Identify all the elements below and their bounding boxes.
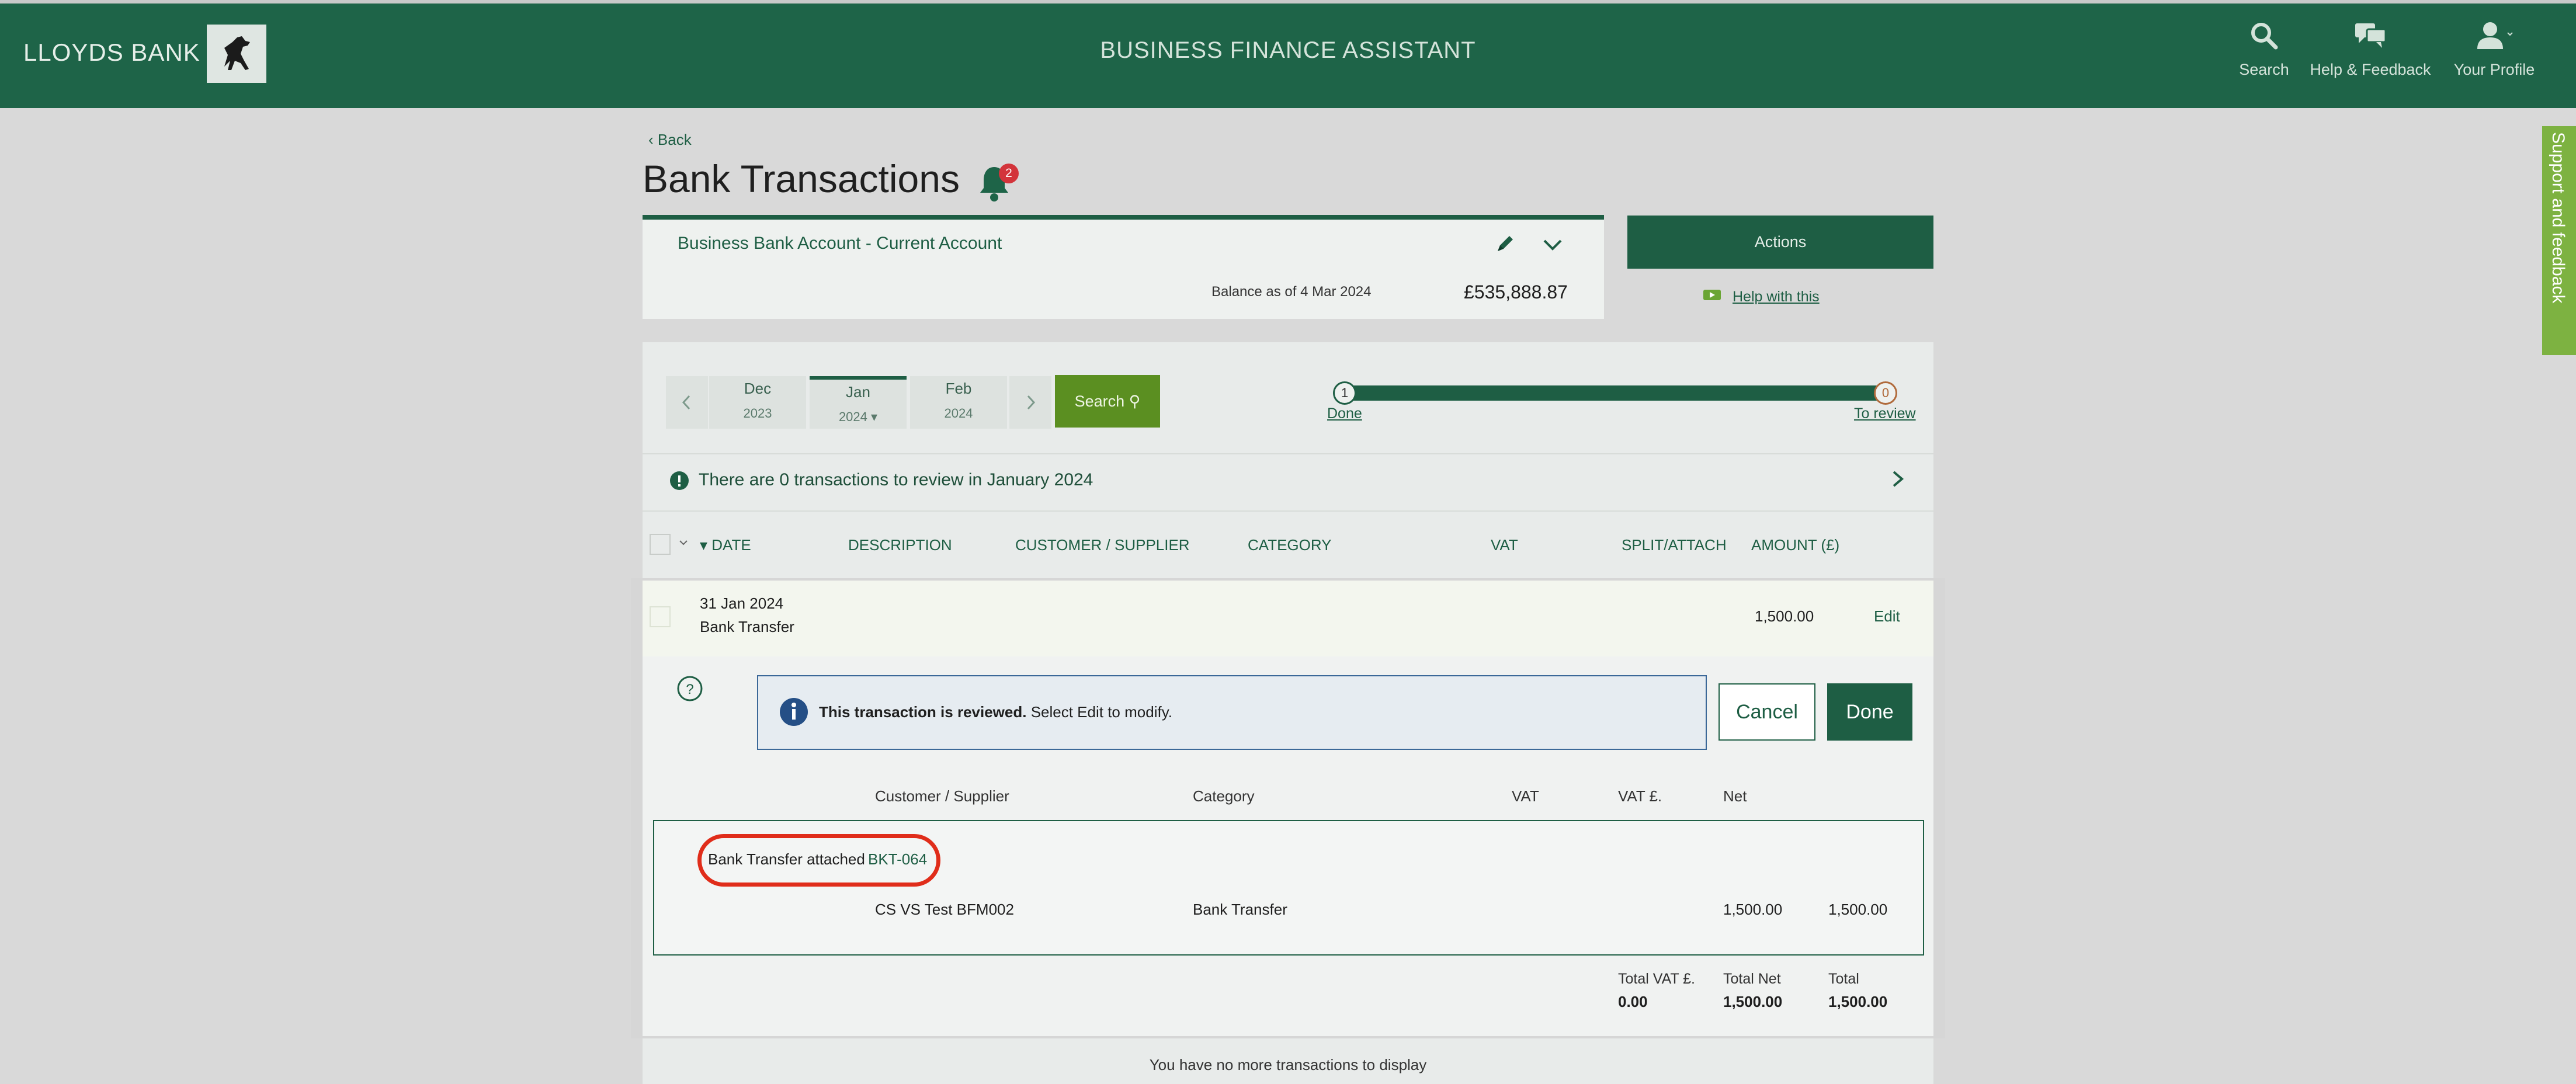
sort-date-column[interactable]: ▾ DATE (700, 536, 751, 554)
reviewed-bold-text: This transaction is reviewed. (819, 703, 1027, 721)
next-month-button[interactable] (1009, 376, 1051, 429)
description-column: DESCRIPTION (848, 536, 952, 554)
total-vat-value: 0.00 (1618, 993, 1648, 1010)
row-checkbox[interactable] (650, 606, 671, 627)
cancel-button[interactable]: Cancel (1719, 683, 1815, 741)
category-column: CATEGORY (1248, 536, 1332, 554)
detail-category-header: Category (1193, 787, 1255, 805)
done-button[interactable]: Done (1827, 683, 1912, 741)
edit-link[interactable]: Edit (1874, 607, 1900, 626)
page-title: Bank Transactions (643, 157, 960, 200)
month-label: Feb (945, 380, 972, 397)
search-icon (2251, 23, 2278, 50)
total-vat-label: Total VAT £. (1618, 971, 1696, 987)
search-icon: ⚲ (1129, 392, 1141, 410)
total-net-label: Total Net (1723, 971, 1781, 987)
chevron-right-icon[interactable] (1889, 467, 1907, 491)
split-customer: CS VS Test BFM002 (875, 901, 1014, 918)
month-feb[interactable]: Feb 2024 (910, 376, 1007, 429)
alert-icon (669, 471, 689, 491)
total-value: 1,500.00 (1828, 993, 1888, 1010)
attached-label: Bank Transfer attached (708, 850, 865, 868)
detail-vat-header: VAT (1512, 787, 1539, 805)
transaction-amount: 1,500.00 (1755, 607, 1814, 625)
reviewed-info-text: This transaction is reviewed. Select Edi… (819, 703, 1172, 721)
attached-reference-link[interactable]: BKT-064 (868, 850, 927, 868)
total-net-value: 1,500.00 (1723, 993, 1783, 1010)
split-category: Bank Transfer (1193, 901, 1287, 918)
select-dropdown-chevron-icon[interactable] (678, 537, 689, 549)
help-question-icon[interactable]: ? (676, 675, 703, 702)
header-profile-button[interactable]: Your Profile (2430, 21, 2558, 79)
reviewed-rest-text: Select Edit to modify. (1026, 703, 1172, 721)
transaction-description: Bank Transfer (700, 618, 794, 635)
header-search-label: Search (2239, 61, 2289, 78)
search-button-label: Search (1074, 392, 1125, 410)
month-search-button[interactable]: Search ⚲ (1055, 375, 1160, 428)
chevron-left-icon: ‹ (648, 131, 658, 148)
svg-text:?: ? (686, 682, 693, 697)
help-with-this-link[interactable]: Help with this (1733, 289, 1820, 305)
detail-vat-amount-header: VAT £. (1618, 787, 1662, 805)
chevron-right-icon (1027, 395, 1036, 410)
chevron-down-icon[interactable] (1542, 236, 1563, 253)
header-help-button[interactable]: Help & Feedback (2306, 21, 2435, 79)
sort-down-icon: ▾ (700, 536, 712, 554)
pencil-icon[interactable] (1494, 234, 1515, 255)
balance-amount: £535,888.87 (1464, 282, 1568, 303)
review-count-circle: 0 (1874, 381, 1897, 405)
actions-button[interactable]: Actions (1627, 216, 1933, 269)
info-icon (779, 697, 808, 727)
app-title: BUSINESS FINANCE ASSISTANT (1100, 37, 1476, 63)
video-icon (1703, 289, 1721, 301)
account-card (643, 215, 1604, 319)
horse-logo-icon[interactable] (207, 25, 266, 83)
transaction-row[interactable] (643, 581, 1933, 656)
support-feedback-label: Support and feedback (2549, 132, 2568, 304)
detail-customer-header: Customer / Supplier (875, 787, 1009, 805)
balance-label: Balance as of 4 Mar 2024 (1211, 284, 1372, 300)
prev-month-button[interactable] (666, 376, 708, 429)
done-count-circle: 1 (1333, 381, 1356, 405)
customer-column: CUSTOMER / SUPPLIER (1015, 536, 1190, 554)
transaction-date: 31 Jan 2024 (700, 595, 784, 612)
month-dec[interactable]: Dec 2023 (709, 376, 806, 429)
review-notice-text: There are 0 transactions to review in Ja… (699, 470, 1093, 489)
month-jan[interactable]: Jan 2024 ▾ (810, 376, 907, 429)
header-help-label: Help & Feedback (2310, 61, 2431, 78)
date-column-label: DATE (711, 536, 751, 554)
chat-bubbles-icon (2355, 23, 2387, 48)
vat-column: VAT (1491, 536, 1518, 554)
brand-name: LLOYDS BANK (23, 39, 200, 66)
total-label: Total (1828, 971, 1859, 987)
to-review-link[interactable]: To review (1854, 405, 1916, 422)
no-more-transactions-note: You have no more transactions to display (1149, 1056, 1427, 1073)
chevron-left-icon (682, 395, 690, 410)
header-profile-label: Your Profile (2453, 61, 2535, 78)
amount-column: AMOUNT (£) (1751, 536, 1840, 554)
back-link[interactable]: ‹ Back (648, 131, 692, 149)
month-label: Jan (846, 383, 870, 401)
detail-net-header: Net (1723, 787, 1747, 805)
review-progress-bar (1351, 385, 1888, 401)
support-feedback-tab[interactable]: Support and feedback (2542, 126, 2576, 355)
year-label: 2024 (944, 406, 973, 421)
split-attach-column: SPLIT/ATTACH (1622, 536, 1727, 554)
year-label: 2024 ▾ (838, 409, 878, 424)
split-total: 1,500.00 (1828, 901, 1888, 918)
year-label: 2023 (743, 406, 772, 421)
user-icon (2477, 22, 2513, 49)
month-label: Dec (744, 380, 772, 397)
select-all-checkbox[interactable] (650, 534, 671, 555)
account-name: Business Bank Account - Current Account (678, 234, 1002, 253)
notification-badge: 2 (999, 164, 1019, 183)
split-net: 1,500.00 (1723, 901, 1783, 918)
back-label: Back (657, 131, 692, 148)
done-link[interactable]: Done (1327, 405, 1362, 422)
